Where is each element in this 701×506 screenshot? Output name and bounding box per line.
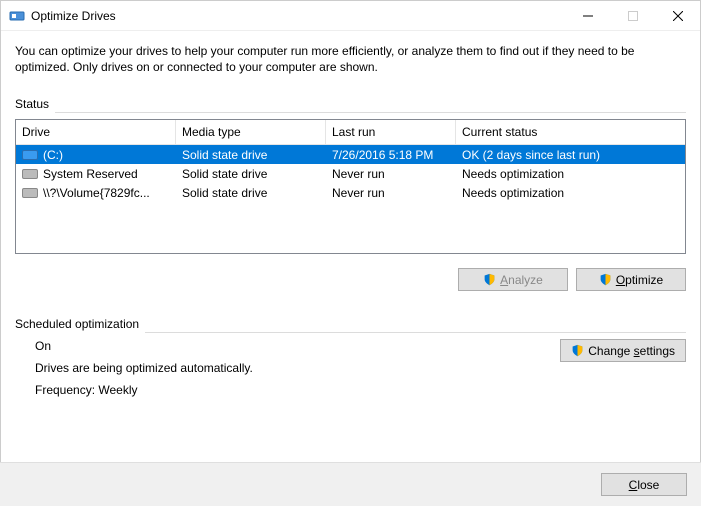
analyze-button[interactable]: Analyze — [458, 268, 568, 291]
status-label: Status — [15, 97, 49, 111]
drive-table[interactable]: Drive Media type Last run Current status… — [15, 119, 686, 254]
schedule-freq: Frequency: Weekly — [35, 383, 253, 397]
divider — [145, 332, 686, 333]
optimize-label: ptimize — [625, 273, 663, 287]
footer: Close — [0, 462, 701, 506]
window-title: Optimize Drives — [31, 9, 565, 23]
schedule-section: On Drives are being optimized automatica… — [15, 339, 686, 397]
current-status: Needs optimization — [456, 186, 685, 200]
status-group-header: Status — [15, 97, 686, 111]
last-run: Never run — [326, 167, 456, 181]
maximize-button[interactable] — [610, 1, 655, 30]
optimize-button[interactable]: Optimize — [576, 268, 686, 291]
change-settings-button[interactable]: Change settings — [560, 339, 686, 362]
current-status: OK (2 days since last run) — [456, 148, 685, 162]
minimize-button[interactable] — [565, 1, 610, 30]
drive-name: System Reserved — [43, 167, 138, 181]
shield-icon — [599, 273, 612, 286]
intro-text: You can optimize your drives to help you… — [15, 43, 686, 75]
table-row[interactable]: \\?\Volume{7829fc... Solid state drive N… — [16, 183, 685, 202]
last-run: Never run — [326, 186, 456, 200]
drive-icon — [22, 150, 38, 160]
status-buttons: Analyze Optimize — [15, 268, 686, 291]
analyze-label: nalyze — [508, 273, 543, 287]
divider — [55, 112, 686, 113]
window-controls — [565, 1, 700, 30]
titlebar: Optimize Drives — [1, 1, 700, 31]
table-row[interactable]: System Reserved Solid state drive Never … — [16, 164, 685, 183]
col-media[interactable]: Media type — [176, 120, 326, 144]
close-window-button[interactable] — [655, 1, 700, 30]
drive-icon — [22, 169, 38, 179]
schedule-label: Scheduled optimization — [15, 317, 139, 331]
current-status: Needs optimization — [456, 167, 685, 181]
table-row[interactable]: (C:) Solid state drive 7/26/2016 5:18 PM… — [16, 145, 685, 164]
app-icon — [9, 8, 25, 24]
schedule-state: On — [35, 339, 253, 353]
col-current-status[interactable]: Current status — [456, 120, 685, 144]
table-header: Drive Media type Last run Current status — [16, 120, 685, 145]
close-button[interactable]: Close — [601, 473, 687, 496]
media-type: Solid state drive — [176, 148, 326, 162]
media-type: Solid state drive — [176, 167, 326, 181]
drive-name: (C:) — [43, 148, 63, 162]
shield-icon — [483, 273, 496, 286]
media-type: Solid state drive — [176, 186, 326, 200]
schedule-desc: Drives are being optimized automatically… — [35, 361, 253, 375]
last-run: 7/26/2016 5:18 PM — [326, 148, 456, 162]
schedule-group-header: Scheduled optimization — [15, 317, 686, 331]
content-area: You can optimize your drives to help you… — [1, 31, 700, 397]
shield-icon — [571, 344, 584, 357]
drive-name: \\?\Volume{7829fc... — [43, 186, 150, 200]
col-drive[interactable]: Drive — [16, 120, 176, 144]
drive-icon — [22, 188, 38, 198]
col-last-run[interactable]: Last run — [326, 120, 456, 144]
